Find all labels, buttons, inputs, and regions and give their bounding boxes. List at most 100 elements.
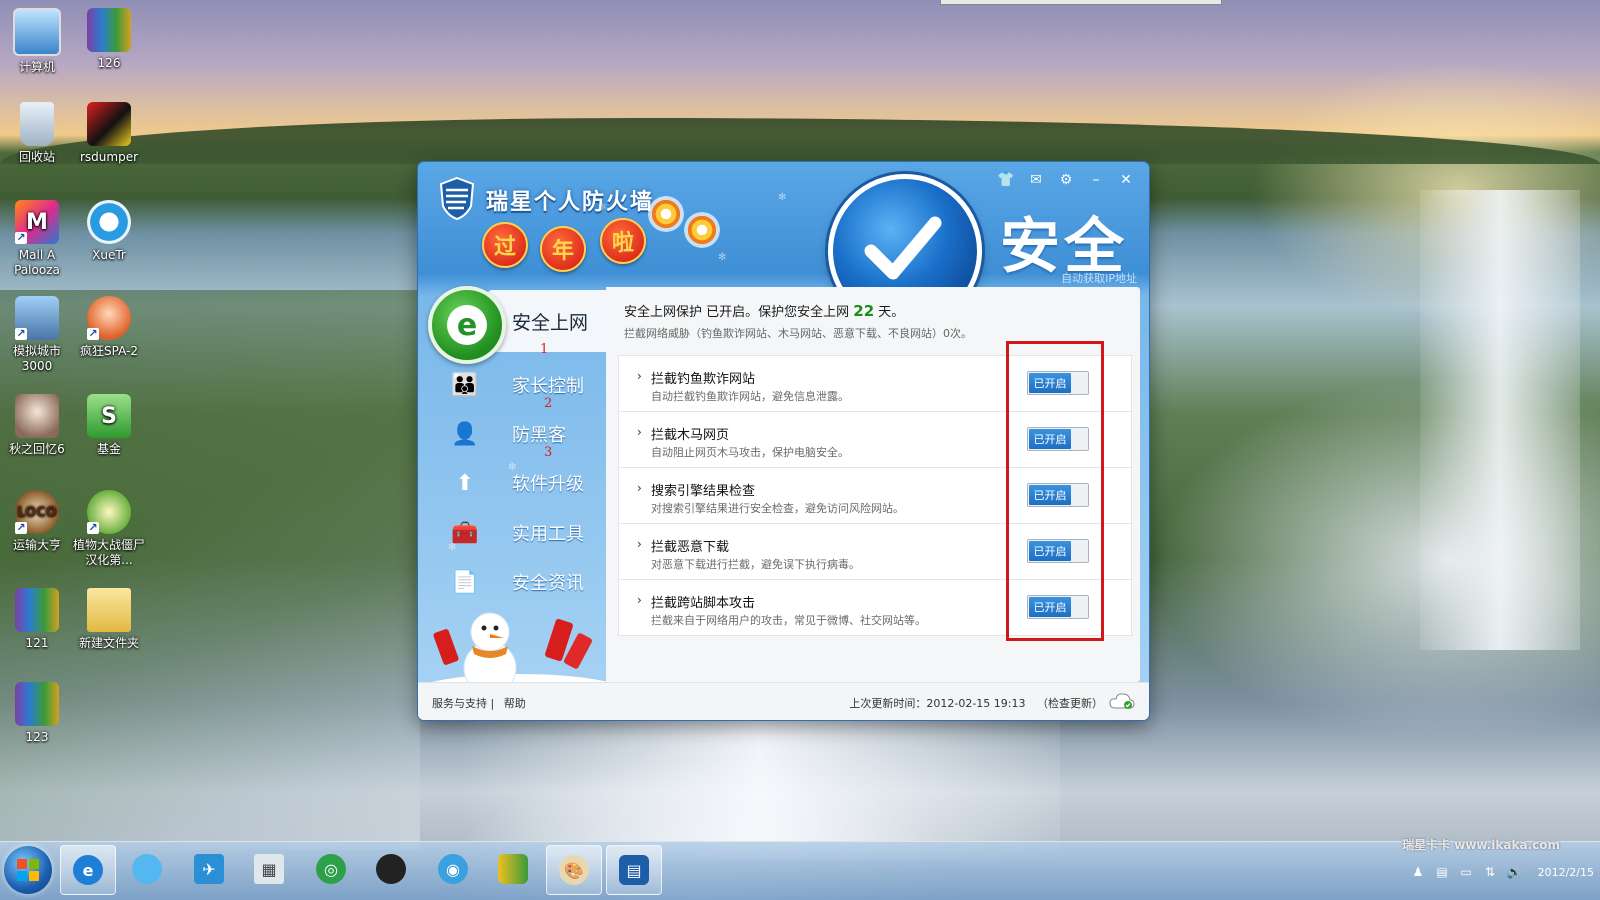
- footer-separator: |: [490, 697, 495, 710]
- desktop-icon-label: 新建文件夹: [78, 636, 139, 650]
- desktop-icon-label: XueTr: [92, 248, 126, 262]
- hacker-icon: 👤: [451, 421, 479, 447]
- mall-game-icon: M: [15, 200, 59, 244]
- desktop-icon-new-folder[interactable]: 新建文件夹: [72, 588, 146, 651]
- desktop-icon-mall-a-palooza[interactable]: M Mall A Palooza: [0, 200, 74, 278]
- annotation-number: 2: [544, 396, 553, 411]
- help-link[interactable]: 帮助: [504, 697, 526, 710]
- wallpaper-waterfall: [1420, 190, 1580, 650]
- clock-date: 2012/2/15: [1537, 866, 1594, 879]
- taskbar-paint-button[interactable]: 🎨: [546, 845, 602, 895]
- rule-title: 拦截恶意下载: [651, 540, 730, 555]
- check-update-link[interactable]: （检查更新）: [1037, 697, 1103, 710]
- desktop-icon-xuetr[interactable]: XueTr: [72, 200, 146, 263]
- tray-network-icon[interactable]: ⇅: [1482, 864, 1498, 880]
- feedback-mail-icon[interactable]: ✉: [1027, 171, 1045, 189]
- desktop-icon-rsdumper[interactable]: rsdumper: [72, 102, 146, 165]
- desktop-icon-spa[interactable]: 疯狂SPA-2: [72, 296, 146, 359]
- tray-monitor-icon[interactable]: ▭: [1458, 864, 1474, 880]
- calculator-icon: ▦: [254, 854, 284, 884]
- desktop-icon-label: 植物大战僵尸 汉化第...: [72, 538, 145, 567]
- taskbar-qq-button[interactable]: [364, 845, 418, 893]
- rsdumper-icon: [87, 102, 131, 146]
- desktop-icon-transport-tycoon[interactable]: LOCO 运输大亨: [0, 490, 74, 553]
- rule-title: 拦截跨站脚本攻击: [651, 596, 756, 611]
- desktop-icon-plants-vs-zombies[interactable]: 植物大战僵尸 汉化第...: [72, 490, 146, 568]
- computer-icon: [13, 8, 61, 56]
- rule-description: 自动拦截钓鱼欺诈网站，避免信息泄露。: [651, 390, 849, 403]
- desktop-icon-simcity[interactable]: 模拟城市3000: [0, 296, 74, 374]
- new-year-badge: 啦: [600, 218, 646, 264]
- desktop-icon-label: 秋之回忆6: [9, 442, 65, 456]
- sidebar-item-parental-control[interactable]: 👪 家长控制 2: [444, 364, 614, 412]
- rule-description: 拦截来自于网络用户的攻击，常见于微博、社交网站等。: [651, 614, 926, 627]
- parents-icon: 👪: [451, 372, 479, 398]
- firework-icon: [684, 212, 720, 248]
- sidebar-item-upgrade[interactable]: ⬆ 软件升级: [444, 462, 614, 502]
- recycle-bin-icon: [20, 102, 54, 146]
- desktop-icon-label: 126: [97, 56, 121, 70]
- minimize-icon[interactable]: –: [1087, 171, 1105, 189]
- annotation-number: 3: [544, 445, 553, 460]
- desktop-icon-121[interactable]: 121: [0, 588, 74, 651]
- spa-game-icon: [87, 296, 131, 340]
- snowflake-decoration: ✻: [718, 252, 727, 263]
- winrar-archive-icon: [15, 682, 59, 726]
- xuetr-icon: [87, 200, 131, 244]
- desktop-icon-label: 模拟城市3000: [12, 344, 61, 373]
- window-footer: 服务与支持 | 帮助 上次更新时间：2012-02-15 19:13 （检查更新…: [418, 682, 1149, 720]
- taskbar-player-button[interactable]: ◉: [426, 845, 480, 893]
- close-icon[interactable]: ✕: [1117, 171, 1135, 189]
- cloud-check-icon[interactable]: [1109, 692, 1135, 710]
- chevron-right-icon: ›: [637, 481, 642, 495]
- sidebar-item-tools[interactable]: 🧰 实用工具: [444, 512, 614, 552]
- sidebar-item-anti-hacker[interactable]: 👤 防黑客 3: [444, 413, 614, 461]
- threat-intercept-summary: 拦截网络威胁（钓鱼欺诈网站、木马网站、恶意下载、不良网站）0次。: [624, 327, 972, 340]
- spreadsheet-icon: S: [87, 394, 131, 438]
- messenger-icon: [132, 854, 162, 884]
- new-year-badge: 过: [482, 222, 528, 268]
- desktop-icon-label: Mall A Palooza: [14, 248, 60, 277]
- desktop-icon-label: 基金: [96, 442, 121, 456]
- taskbar-calculator-button[interactable]: ▦: [242, 845, 296, 893]
- window-controls: 👕 ✉ ⚙ – ✕: [997, 171, 1135, 189]
- taskbar-security-button[interactable]: [486, 845, 540, 893]
- last-update-time: 上次更新时间：2012-02-15 19:13: [849, 697, 1026, 710]
- chevron-right-icon: ›: [637, 369, 642, 383]
- ie-icon: e: [73, 855, 103, 885]
- snowflake-decoration: ✻: [778, 192, 787, 203]
- taskbar-bird-button[interactable]: ✈: [182, 845, 236, 893]
- windows-logo-icon: [17, 859, 39, 881]
- media-player-icon: ◉: [438, 854, 468, 884]
- sidebar-item-label: 防黑客: [512, 425, 566, 446]
- desktop-icon-126[interactable]: 126: [72, 8, 146, 71]
- tray-clock[interactable]: 2012/2/15: [1538, 852, 1594, 880]
- rule-description: 自动阻止网页木马攻击，保护电脑安全。: [651, 446, 849, 459]
- taskbar-browser-button[interactable]: ◎: [304, 845, 358, 893]
- start-button[interactable]: [4, 846, 52, 894]
- desktop-icon-recycle-bin[interactable]: 回收站: [0, 102, 74, 165]
- ikaka-watermark: 瑞星卡卡 www.ikaka.com: [1402, 838, 1560, 852]
- support-link[interactable]: 服务与支持: [432, 697, 487, 710]
- taskbar-firewall-button[interactable]: ▤: [606, 845, 662, 895]
- desktop-icon-memories[interactable]: 秋之回忆6: [0, 394, 74, 457]
- sidebar-item-label: 安全上网: [512, 312, 589, 334]
- tray-volume-icon[interactable]: 🔊: [1506, 864, 1522, 880]
- desktop-icon-computer[interactable]: 计算机: [0, 8, 74, 75]
- tray-firewall-icon[interactable]: ▤: [1434, 864, 1450, 880]
- footer-links: 服务与支持 | 帮助: [432, 695, 526, 711]
- desktop-icon-fund[interactable]: S 基金: [72, 394, 146, 457]
- desktop-icon-label: 回收站: [18, 150, 55, 164]
- desktop-icon-label: 121: [25, 636, 49, 650]
- settings-gear-icon[interactable]: ⚙: [1057, 171, 1075, 189]
- tray-user-icon[interactable]: ♟: [1410, 864, 1426, 880]
- desktop-icon-123[interactable]: 123: [0, 682, 74, 745]
- winrar-archive-icon: [87, 8, 131, 52]
- taskbar-messenger-button[interactable]: [120, 845, 174, 893]
- protected-days-count: 22: [853, 302, 875, 320]
- skin-shirt-icon[interactable]: 👕: [997, 171, 1015, 189]
- sidebar-item-safe-browsing[interactable]: e 安全上网 1: [428, 286, 616, 364]
- folder-icon: [87, 588, 131, 632]
- chevron-right-icon: ›: [637, 593, 642, 607]
- taskbar-ie-button[interactable]: e: [60, 845, 116, 895]
